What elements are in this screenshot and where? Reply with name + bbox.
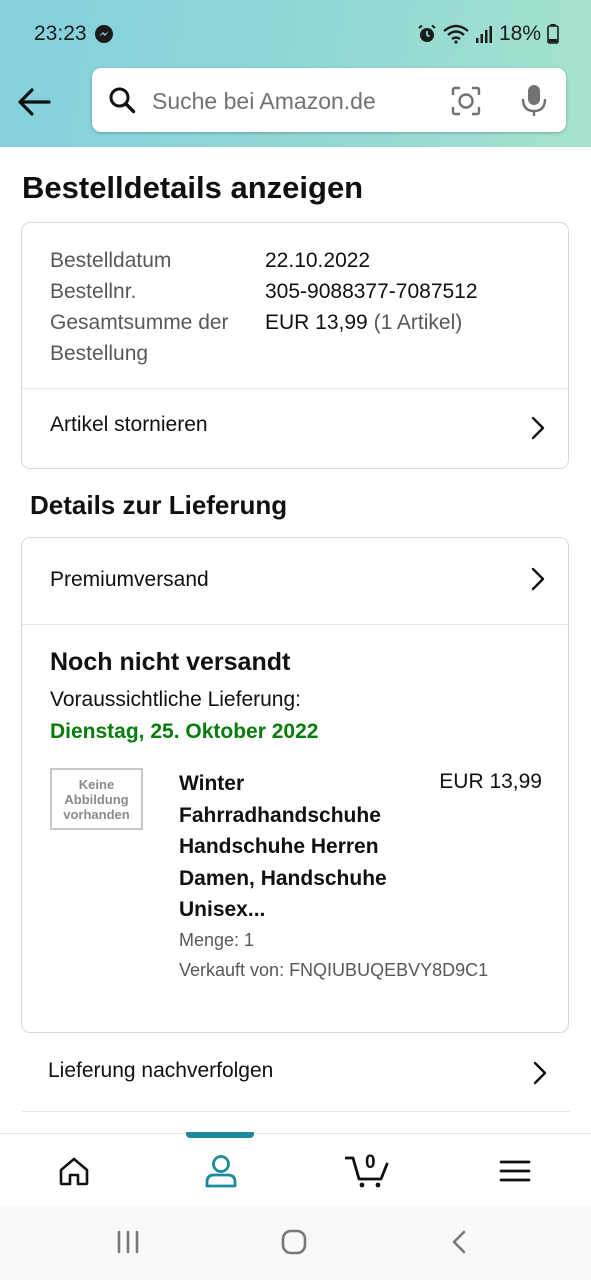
- wifi-icon: [443, 24, 469, 44]
- order-total-label: Gesamtsumme der Bestellung: [50, 311, 229, 365]
- track-delivery-link[interactable]: Lieferung nachverfolgen: [22, 1035, 570, 1112]
- product-price: EUR 13,99: [439, 770, 542, 793]
- order-date-value: 22.10.2022: [265, 249, 371, 272]
- delivery-card: Premiumversand Noch nicht versandt Vorau…: [21, 537, 569, 1033]
- battery-level: 18%: [498, 22, 541, 45]
- order-date-label: Bestelldatum: [50, 249, 172, 272]
- system-back-button[interactable]: [449, 1229, 469, 1260]
- messenger-icon: [95, 25, 113, 43]
- product-quantity: Menge: 1: [179, 930, 255, 950]
- status-icons: 18%: [417, 22, 559, 46]
- shipment-status: Noch nicht versandt: [50, 648, 291, 676]
- order-total-amount: EUR 13,99: [265, 311, 368, 334]
- product-name-link[interactable]: Winter Fahrradhandschuhe Handschuhe Herr…: [179, 768, 419, 926]
- header: 23:23 18% Suche bei Amazon.de: [0, 0, 591, 147]
- cancel-items-label: Artikel stornieren: [50, 413, 208, 436]
- search-icon: [108, 86, 136, 119]
- chevron-right-icon: [530, 566, 546, 597]
- chevron-right-icon: [530, 415, 546, 446]
- no-image-text-1: Keine: [78, 776, 115, 792]
- nav-account[interactable]: [147, 1132, 294, 1208]
- back-arrow-icon: [18, 88, 51, 116]
- order-number-value: 305-9088377-7087512: [265, 280, 478, 303]
- home-circle-icon: [281, 1229, 307, 1255]
- product-seller: Verkauft von: FNQIUBUQEBVY8D9C1: [179, 960, 489, 980]
- microphone-icon[interactable]: [520, 83, 548, 122]
- expected-delivery-label: Voraussichtliche Lieferung:: [50, 688, 301, 711]
- order-total-value: EUR 13,99 (1 Artikel): [265, 307, 462, 338]
- status-bar: 23:23 18%: [0, 0, 591, 68]
- bottom-nav: 0: [0, 1132, 591, 1208]
- order-summary-card: Bestelldatum 22.10.2022 Bestellnr. 305-9…: [21, 222, 569, 469]
- back-button[interactable]: [14, 82, 54, 122]
- recent-apps-icon: [117, 1230, 139, 1254]
- system-nav-bar: [0, 1207, 591, 1280]
- search-bar[interactable]: Suche bei Amazon.de: [92, 68, 566, 132]
- no-image-text-2: Abbildung: [64, 791, 129, 807]
- cancel-items-link[interactable]: Artikel stornieren: [22, 389, 568, 469]
- order-total-items: (1 Artikel): [373, 311, 463, 334]
- system-back-icon: [452, 1230, 466, 1254]
- camera-icon[interactable]: [450, 85, 482, 122]
- product-image-placeholder[interactable]: Keine Abbildung vorhanden: [50, 768, 143, 830]
- signal-icon: [475, 26, 492, 43]
- account-icon: [205, 1155, 236, 1188]
- nav-menu[interactable]: [441, 1134, 588, 1208]
- shipping-method-link[interactable]: Premiumversand: [22, 538, 568, 624]
- search-input[interactable]: Suche bei Amazon.de: [152, 88, 376, 115]
- expected-delivery-date: Dienstag, 25. Oktober 2022: [50, 720, 319, 743]
- shipping-method-label: Premiumversand: [50, 568, 209, 591]
- track-delivery-label: Lieferung nachverfolgen: [48, 1059, 274, 1082]
- alarm-icon: [418, 24, 436, 42]
- nav-home[interactable]: [0, 1134, 147, 1208]
- page-title: Bestelldetails anzeigen: [22, 170, 364, 205]
- battery-icon: [547, 24, 559, 44]
- order-number-label: Bestellnr.: [50, 280, 137, 303]
- chevron-right-icon: [532, 1060, 548, 1091]
- home-button[interactable]: [281, 1229, 307, 1260]
- cart-count: 0: [365, 1152, 376, 1173]
- divider: [22, 624, 568, 625]
- status-time: 23:23: [34, 22, 87, 45]
- home-icon: [59, 1157, 88, 1186]
- menu-icon: [499, 1160, 530, 1182]
- delivery-section-title: Details zur Lieferung: [30, 490, 288, 520]
- no-image-text-3: vorhanden: [63, 806, 130, 822]
- recent-apps-button[interactable]: [115, 1229, 141, 1260]
